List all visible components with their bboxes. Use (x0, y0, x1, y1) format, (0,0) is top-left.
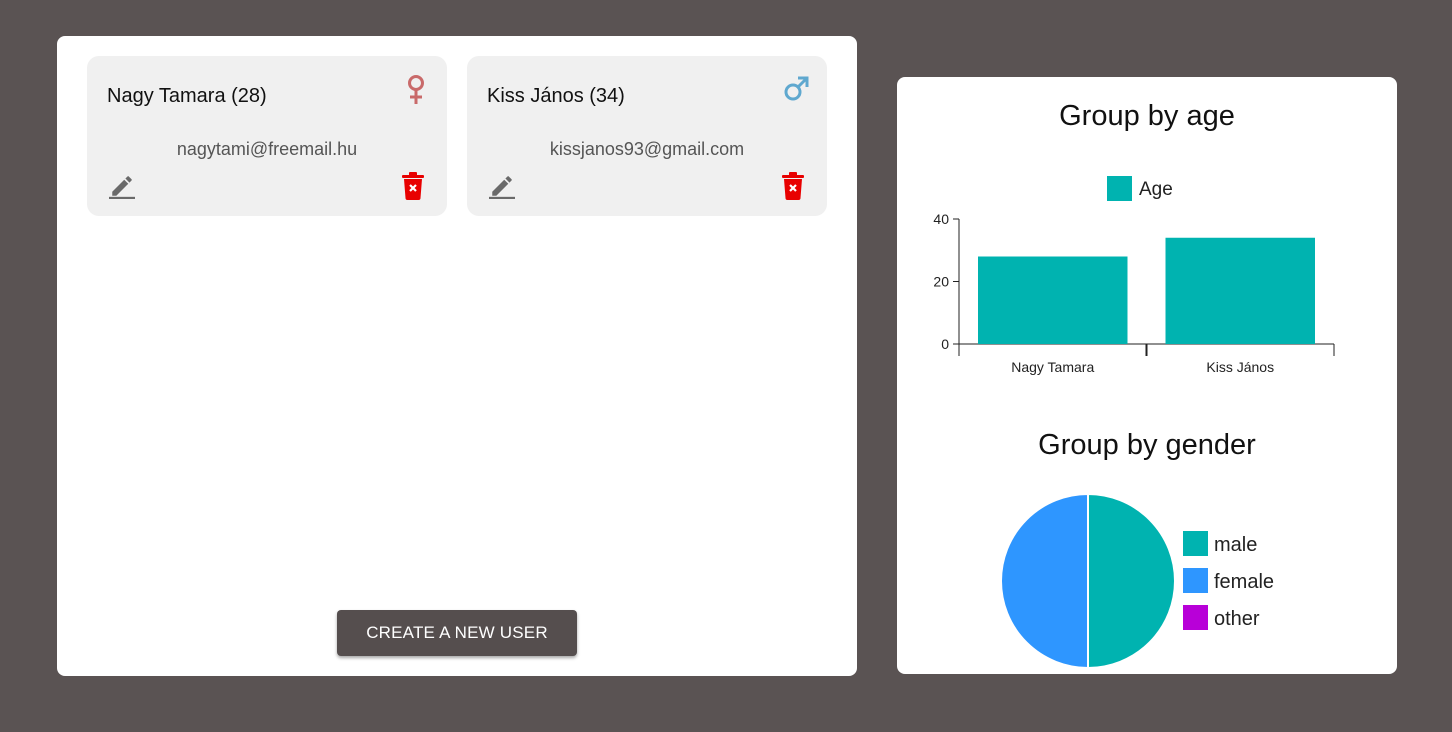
user-card: Nagy Tamara (28) nagytami@freemail.hu (87, 56, 447, 216)
legend-swatch (1183, 605, 1208, 630)
bar (978, 256, 1128, 344)
pie-slice (1087, 492, 1176, 670)
legend-swatch (1183, 531, 1208, 556)
user-name: Kiss János (34) (487, 85, 625, 107)
delete-icon[interactable] (781, 172, 805, 200)
legend-label: male (1214, 534, 1257, 556)
x-tick-label: Kiss János (1206, 359, 1274, 375)
gender-pie-chart: male female other (1000, 492, 1274, 670)
gender-chart-title: Group by gender (1038, 429, 1256, 461)
legend-swatch (1183, 568, 1208, 593)
user-list-panel: Nagy Tamara (28) nagytami@freemail.hu Ki… (57, 36, 857, 676)
age-chart-title: Group by age (1059, 100, 1235, 132)
create-user-button[interactable]: CREATE A NEW USER (337, 610, 577, 656)
edit-icon[interactable] (109, 173, 135, 199)
age-bar-chart: Age 0 20 40 Nagy Tamara Kiss János (933, 176, 1335, 375)
user-card: Kiss János (34) kissjanos93@gmail.com (467, 56, 827, 216)
user-name: Nagy Tamara (28) (107, 85, 267, 107)
x-tick-label: Nagy Tamara (1011, 359, 1094, 375)
delete-icon[interactable] (401, 172, 425, 200)
legend-label: female (1214, 571, 1274, 593)
female-icon (408, 75, 424, 104)
legend-label: Age (1139, 179, 1173, 200)
stats-panel: Group by age Age 0 20 40 Nagy Tamara Kiss Ján… (897, 77, 1397, 674)
pie-slice (1000, 492, 1089, 670)
user-email: kissjanos93@gmail.com (549, 139, 745, 159)
male-icon (784, 76, 809, 101)
user-email: nagytami@freemail.hu (176, 139, 358, 159)
legend-swatch (1107, 176, 1132, 201)
bar (1165, 237, 1315, 344)
y-tick-label: 0 (941, 336, 949, 352)
edit-icon[interactable] (489, 173, 515, 199)
legend-label: other (1214, 608, 1260, 630)
y-tick-label: 20 (933, 274, 949, 290)
y-tick-label: 40 (933, 211, 949, 227)
